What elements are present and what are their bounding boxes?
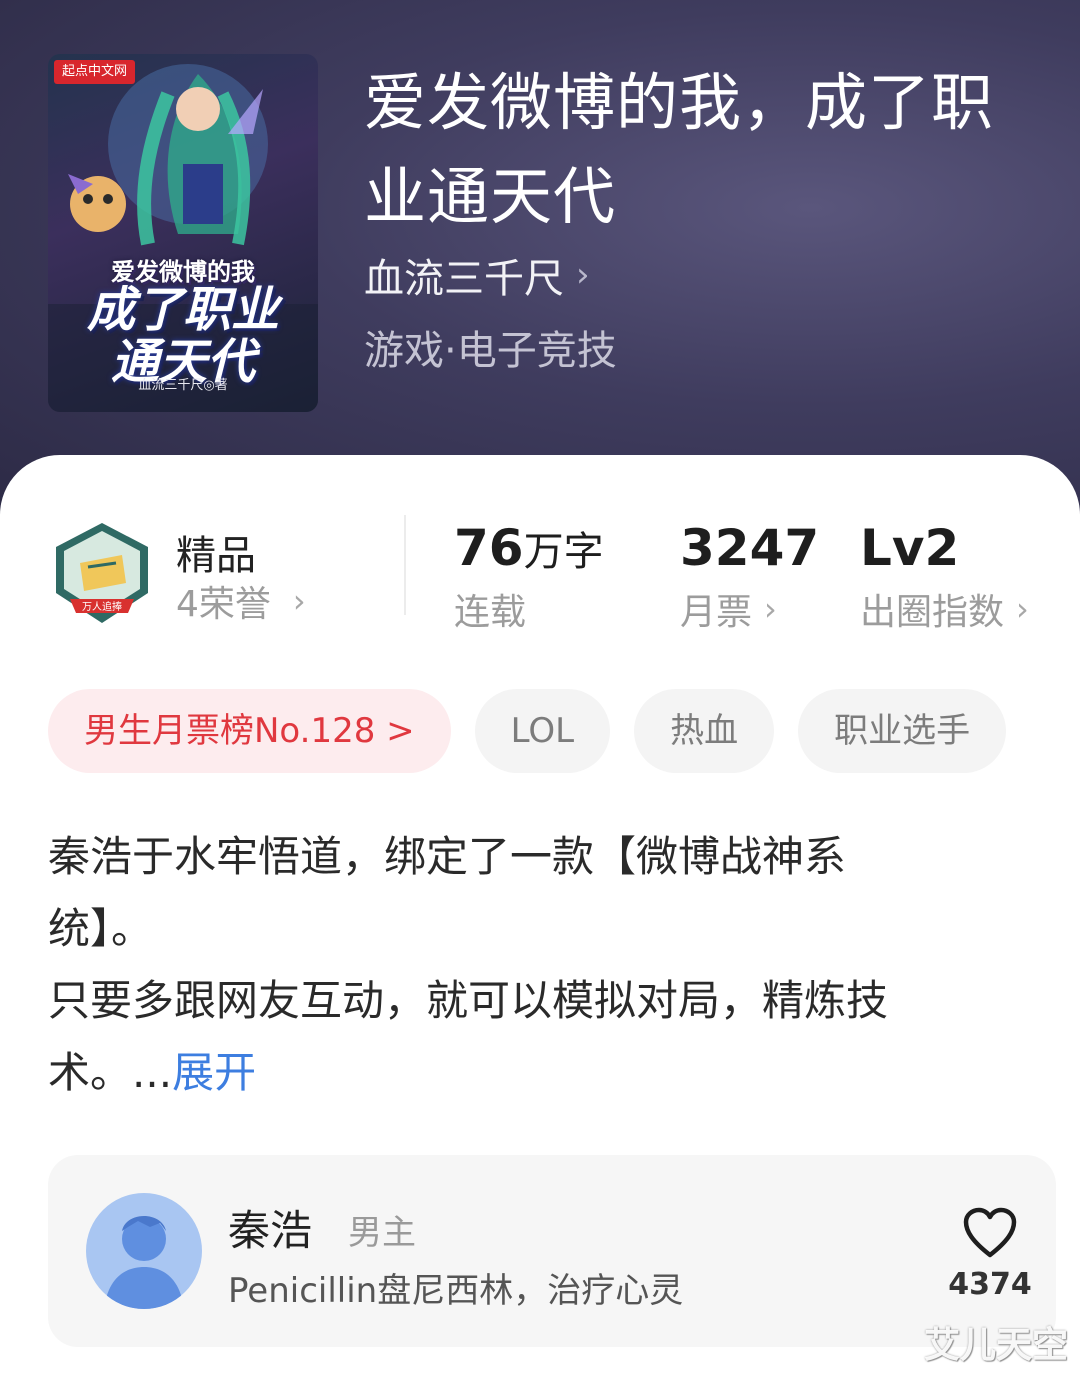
book-description: 秦浩于水牢悟道，绑定了一款【微博战神系 统】。 只要多跟网友互动，就可以模拟对局…: [48, 821, 1008, 1109]
tag-rank[interactable]: 男生月票榜No.128 >: [48, 689, 451, 773]
author-link[interactable]: 血流三千尺 ›: [364, 246, 590, 304]
avatar: [86, 1193, 202, 1309]
character-description: Penicillin盘尼西林，治疗心灵: [228, 1271, 684, 1311]
publisher-badge: 起点中文网: [54, 60, 136, 84]
serial-status-label: 连载: [454, 592, 527, 633]
description-line-end: 术。...: [48, 1048, 173, 1097]
emblem-text: 万人追捧: [82, 600, 122, 613]
description-line: 统】。: [48, 904, 154, 953]
honors-count: 4荣誉: [176, 584, 271, 625]
breakout-level: Lv2: [860, 519, 960, 577]
tag-list: 男生月票榜No.128 > LOL 热血 职业选手: [48, 689, 1007, 773]
tag-lol[interactable]: LOL: [474, 689, 611, 773]
chevron-right-icon: ›: [1016, 590, 1029, 628]
book-cover[interactable]: 起点中文网 爱发微博的我 成了职业 通天代 血流三千尺◎著: [48, 54, 318, 412]
character-card[interactable]: 秦浩 男主 Penicillin盘尼西林，治疗心灵 4374: [48, 1155, 1056, 1347]
tag-pro-player[interactable]: 职业选手: [798, 689, 1007, 773]
book-genre: 游戏·电子竞技: [364, 328, 617, 374]
stats-row: 万人追捧 精品 4荣誉 › 76万字 连载 3247 月票 › Lv2 出圈指数…: [0, 455, 1080, 655]
monthly-votes-count: 3247: [680, 519, 820, 577]
tag-hot-blood[interactable]: 热血: [634, 689, 775, 773]
chevron-right-icon: ›: [576, 255, 590, 295]
cover-title-line1: 成了职业: [86, 282, 279, 338]
person-silhouette-icon: [104, 1216, 184, 1309]
book-title: 爱发微博的我，成了职业通天代: [364, 66, 995, 233]
monthly-votes-label: 月票: [680, 592, 753, 633]
character-role: 男主: [348, 1213, 416, 1253]
chevron-right-icon: ›: [764, 590, 777, 628]
author-name: 血流三千尺: [364, 256, 564, 302]
quality-emblem-icon: 万人追捧: [56, 523, 148, 623]
chevron-right-icon: ›: [292, 582, 306, 620]
cover-author: 血流三千尺◎著: [138, 378, 228, 393]
monthly-votes-link[interactable]: 月票 ›: [680, 583, 777, 635]
expand-link[interactable]: 展开: [172, 1048, 256, 1097]
description-line: 术。...展开: [48, 1037, 1008, 1109]
character-name: 秦浩: [228, 1206, 313, 1255]
heart-icon[interactable]: [962, 1207, 1018, 1259]
breakout-index-label: 出圈指数: [860, 592, 1005, 633]
word-count: 76万字: [454, 519, 604, 577]
book-detail-card: 万人追捧 精品 4荣誉 › 76万字 连载 3247 月票 › Lv2 出圈指数…: [0, 455, 1080, 1381]
divider: [404, 515, 406, 615]
like-count: 4374: [948, 1267, 1032, 1302]
honors-link[interactable]: 4荣誉 ›: [176, 575, 306, 627]
description-line: 秦浩于水牢悟道，绑定了一款【微博战神系: [48, 832, 847, 881]
description-line: 只要多跟网友互动，就可以模拟对局，精炼技: [48, 976, 889, 1025]
quality-label: 精品: [176, 533, 256, 579]
book-header: 起点中文网 爱发微博的我 成了职业 通天代 血流三千尺◎著 爱发微博的我，成了职…: [0, 0, 1080, 520]
cover-title: 成了职业 通天代: [48, 284, 318, 388]
breakout-index-link[interactable]: 出圈指数 ›: [860, 583, 1029, 635]
watermark: 艾儿天空: [924, 1325, 1069, 1366]
word-count-number: 76: [454, 519, 524, 577]
word-count-unit: 万字: [523, 529, 604, 575]
serial-status: 连载: [454, 583, 526, 635]
